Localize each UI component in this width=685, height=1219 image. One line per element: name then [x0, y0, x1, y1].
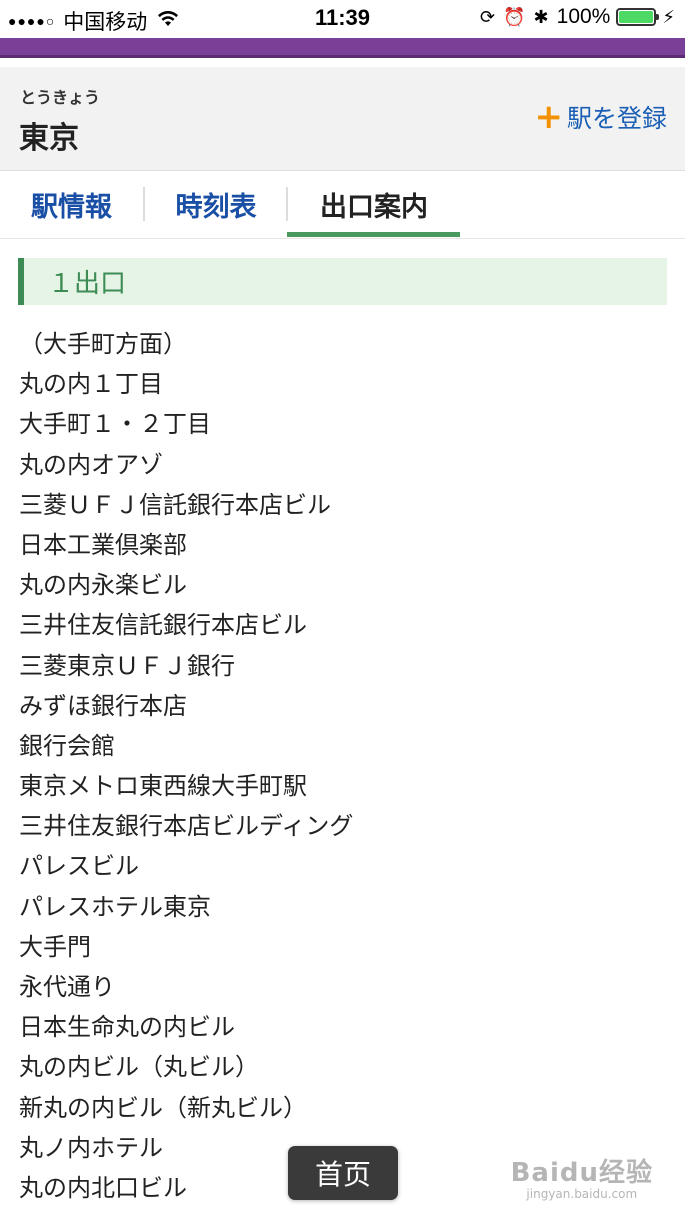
station-reading: とうきょう	[20, 88, 101, 107]
bluetooth-icon: ✱	[533, 6, 549, 27]
status-right: ⟳ ⏰ ✱ 100% ⚡	[480, 5, 675, 29]
exit-destination-item: 三菱東京ＵＦＪ銀行	[19, 651, 235, 680]
exit-destination-item: パレスビル	[19, 852, 139, 881]
header-shade	[0, 55, 685, 58]
rotation-lock-icon: ⟳	[480, 6, 496, 27]
exit-destination-item: 三井住友銀行本店ビルディング	[19, 812, 354, 841]
watermark: Baidu经验 jingyan.baidu.com	[511, 1152, 653, 1201]
home-button[interactable]: 首页	[288, 1146, 398, 1200]
tab-bar: 駅情報 時刻表 出口案内	[0, 171, 685, 239]
app-header-strip	[0, 38, 685, 58]
exit-destination-item: 日本工業倶楽部	[19, 530, 187, 559]
exit-destination-item: （大手町方面）	[19, 330, 187, 358]
exit-destination-item: 丸の内１丁目	[19, 370, 163, 399]
register-label: 駅を登録	[566, 104, 667, 133]
watermark-url: jingyan.baidu.com	[526, 1187, 638, 1201]
exit-destination-item: 東京メトロ東西線大手町駅	[19, 772, 307, 801]
exit-heading: １出口	[18, 258, 667, 305]
exit-destination-item: 大手門	[19, 932, 91, 961]
exit-destination-item: 三菱ＵＦＪ信託銀行本店ビル	[19, 490, 331, 519]
tab-station-info[interactable]: 駅情報	[0, 171, 143, 238]
station-name: 東京	[19, 121, 79, 156]
battery-icon	[616, 8, 660, 26]
exit-destination-item: みずほ銀行本店	[19, 691, 187, 720]
register-station-button[interactable]: + 駅を登録	[534, 99, 667, 135]
exit-destination-item: パレスホテル東京	[19, 892, 211, 921]
tab-exit-guide[interactable]: 出口案内	[288, 171, 460, 238]
charging-icon: ⚡	[662, 6, 675, 27]
exit-destination-item: 大手町１・２丁目	[19, 410, 211, 439]
battery-percent: 100%	[556, 5, 611, 28]
watermark-logo: Baidu经验	[510, 1158, 653, 1188]
exit-destination-item: 日本生命丸の内ビル	[19, 1013, 235, 1042]
status-bar: ●●●●○ 中国移动 11:39 ⟳ ⏰ ✱ 100% ⚡	[0, 0, 685, 38]
battery-fill	[619, 11, 654, 23]
exit-destination-item: 丸の内オアゾ	[19, 450, 163, 479]
station-header: とうきょう 東京 + 駅を登録	[0, 67, 685, 171]
alarm-icon: ⏰	[503, 6, 526, 27]
tab-timetable[interactable]: 時刻表	[145, 171, 287, 238]
exit-destination-list: （大手町方面） 丸の内１丁目大手町１・２丁目 丸の内オアゾ三菱ＵＦＪ信託銀行本店ビル…	[19, 324, 353, 1208]
active-tab-indicator	[287, 232, 460, 237]
exit-destination-item: 丸の内ビル（丸ビル）	[19, 1053, 259, 1082]
exit-destination-item: 銀行会館	[19, 731, 115, 760]
plus-icon: +	[534, 97, 563, 137]
exit-destination-item: 三井住友信託銀行本店ビル	[19, 611, 307, 640]
exit-destination-item: 丸の内永楽ビル	[19, 571, 187, 600]
exit-destination-item: 永代通り	[19, 973, 115, 1001]
exit-destination-item: 新丸の内ビル（新丸ビル）	[19, 1093, 307, 1122]
